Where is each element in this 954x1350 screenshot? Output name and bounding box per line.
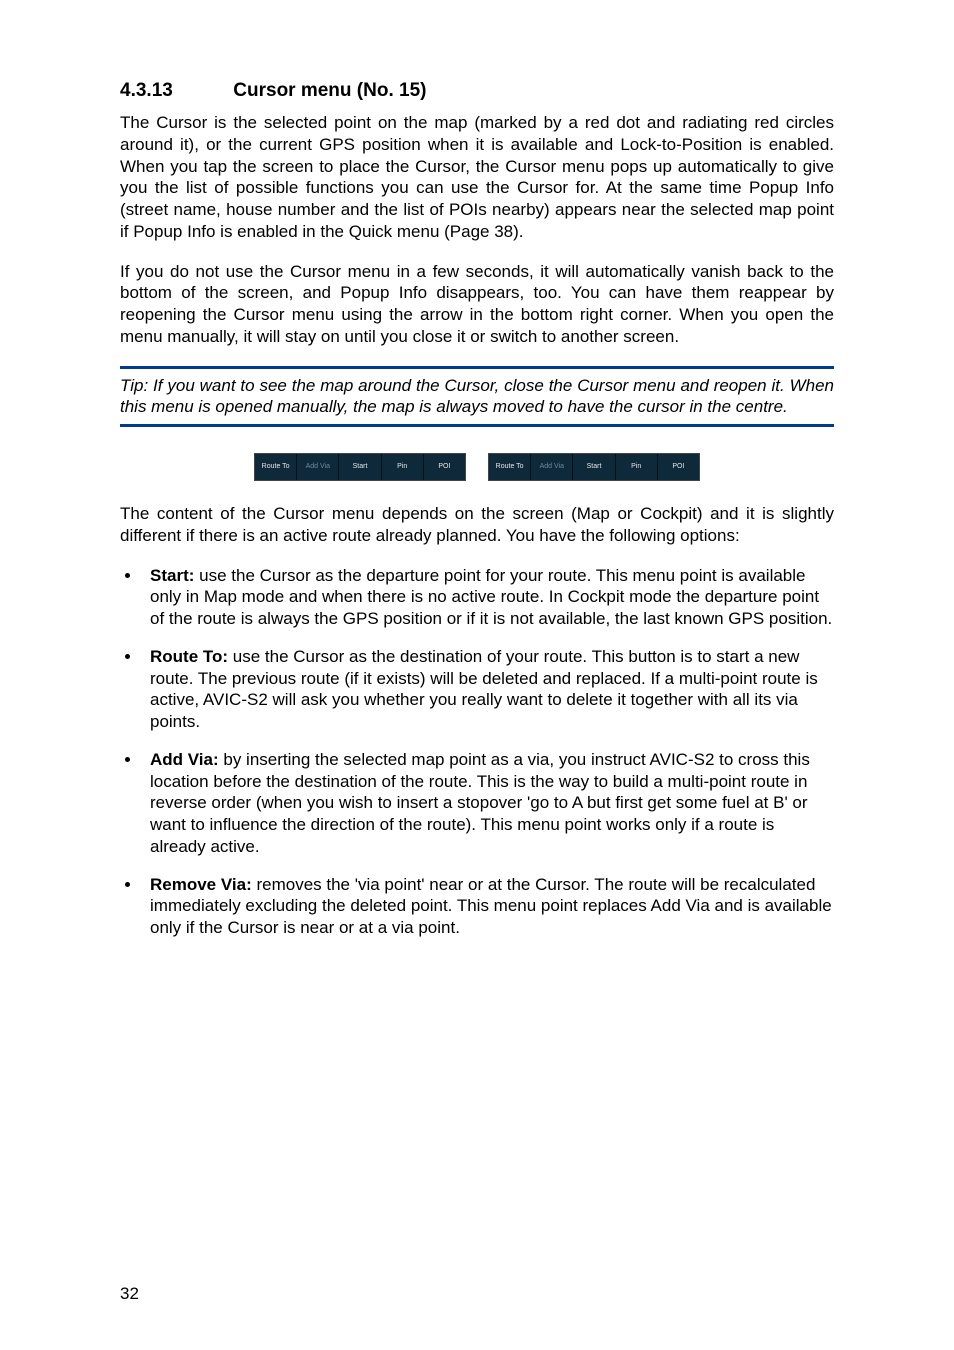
cursor-menu-route-to[interactable]: Route To xyxy=(489,454,531,480)
cursor-menu-start[interactable]: Start xyxy=(573,454,615,480)
cursor-menu-add-via[interactable]: Add Via xyxy=(531,454,573,480)
cursor-menu-pin[interactable]: Pin xyxy=(382,454,424,480)
option-lead: Start: xyxy=(150,566,194,585)
cursor-menu-route-to[interactable]: Route To xyxy=(255,454,297,480)
list-item: Add Via: by inserting the selected map p… xyxy=(142,749,834,858)
option-lead: Remove Via: xyxy=(150,875,252,894)
section-title: Cursor menu (No. 15) xyxy=(233,80,426,101)
tip-box: Tip: If you want to see the map around t… xyxy=(120,366,834,428)
option-text: use the Cursor as the departure point fo… xyxy=(150,566,832,629)
paragraph-3: The content of the Cursor menu depends o… xyxy=(120,503,834,547)
section-heading: 4.3.13 Cursor menu (No. 15) xyxy=(120,80,834,102)
options-list: Start: use the Cursor as the departure p… xyxy=(120,565,834,939)
option-text: removes the 'via point' near or at the C… xyxy=(150,875,832,938)
option-lead: Route To: xyxy=(150,647,228,666)
page-number: 32 xyxy=(120,1284,139,1304)
figure-row: Mode A400 A4 B323 A3211 A3212 Shaftesbur… xyxy=(120,453,834,481)
option-lead: Add Via: xyxy=(150,750,219,769)
option-text: use the Cursor as the destination of you… xyxy=(150,647,818,731)
list-item: Start: use the Cursor as the departure p… xyxy=(142,565,834,630)
cursor-menu-add-via[interactable]: Add Via xyxy=(297,454,339,480)
cursor-menu-bar: Route To Add Via Start Pin POI xyxy=(489,454,699,480)
cursor-menu-poi[interactable]: POI xyxy=(424,454,465,480)
tip-text: Tip: If you want to see the map around t… xyxy=(120,375,834,419)
cursor-menu-poi[interactable]: POI xyxy=(658,454,699,480)
screenshot-right: Mode A40 Shaftesbury Avenue Soho Square … xyxy=(488,453,700,481)
list-item: Route To: use the Cursor as the destinat… xyxy=(142,646,834,733)
cursor-menu-start[interactable]: Start xyxy=(339,454,381,480)
option-text: by inserting the selected map point as a… xyxy=(150,750,810,856)
paragraph-1: The Cursor is the selected point on the … xyxy=(120,112,834,243)
cursor-menu-bar: Route To Add Via Start Pin POI xyxy=(255,454,465,480)
paragraph-2: If you do not use the Cursor menu in a f… xyxy=(120,261,834,348)
screenshot-left: Mode A400 A4 B323 A3211 A3212 Shaftesbur… xyxy=(254,453,466,481)
list-item: Remove Via: removes the 'via point' near… xyxy=(142,874,834,939)
section-number: 4.3.13 xyxy=(120,80,228,102)
cursor-menu-pin[interactable]: Pin xyxy=(616,454,658,480)
